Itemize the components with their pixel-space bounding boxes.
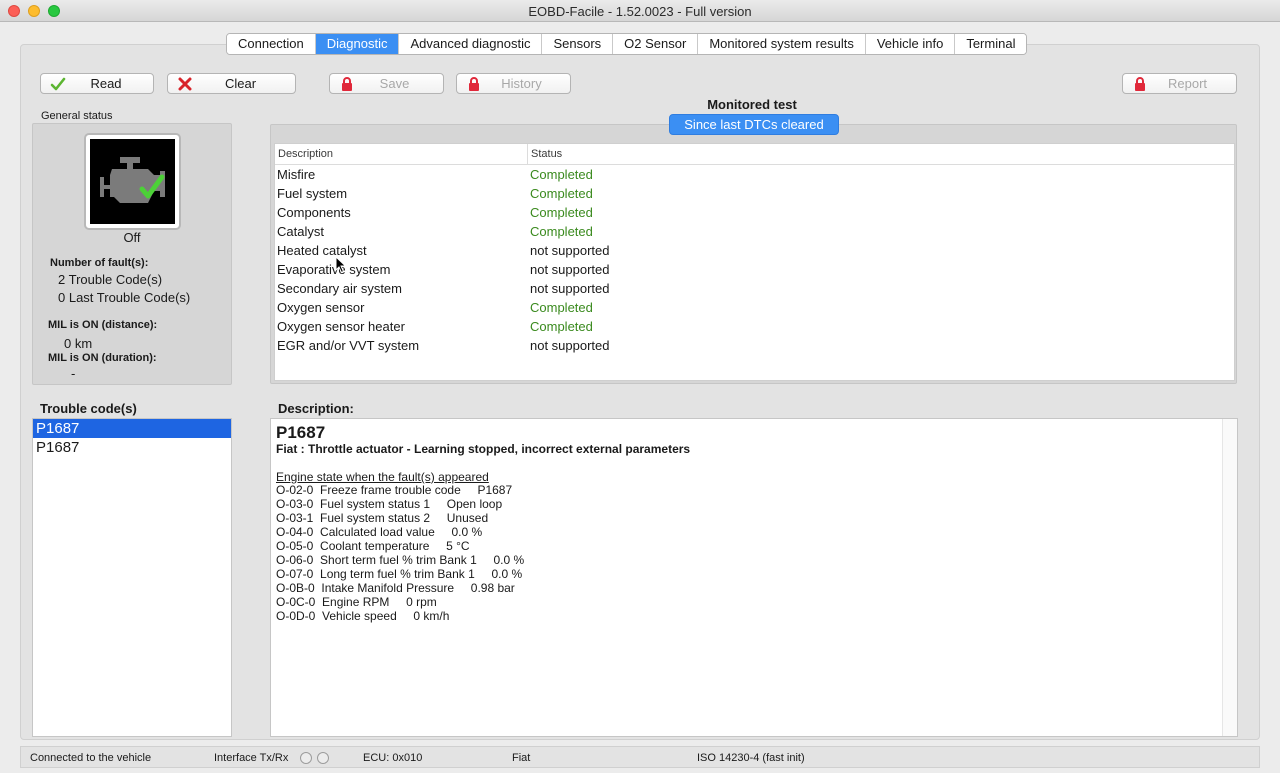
tab-o2-sensor[interactable]: O2 Sensor (613, 34, 699, 54)
lock-icon (1135, 77, 1145, 91)
since-last-dtcs-cleared-toggle[interactable]: Since last DTCs cleared (669, 114, 839, 135)
column-header-description[interactable]: Description (278, 148, 333, 160)
mil-state: Off (123, 230, 141, 245)
engine-check-icon (100, 157, 165, 203)
tab-connection[interactable]: Connection (227, 34, 316, 54)
mil-distance-label: MIL is ON (distance): (48, 319, 158, 331)
engine-state-heading: Engine state when the fault(s) appeared (276, 470, 489, 484)
lock-icon (342, 77, 352, 91)
monitored-test-table: Description Status Misfire Completed Fuel… (274, 143, 1235, 381)
connection-status: Connected to the vehicle (30, 752, 152, 764)
column-header-status[interactable]: Status (531, 148, 562, 160)
trouble-code-count: 2 Trouble Code(s) (58, 272, 163, 287)
general-status-label: General status (41, 110, 113, 122)
title-bar: EOBD-Facile - 1.52.0023 - Full version (0, 0, 1280, 22)
table-row[interactable]: Evaporative system not supported (275, 260, 1234, 279)
list-item[interactable]: P1687 (33, 438, 231, 457)
freeze-frame-row: O-07-0 Long term fuel % trim Bank 1 0.0 … (276, 567, 523, 581)
red-x-icon (178, 77, 192, 91)
mil-indicator (84, 133, 181, 230)
table-row[interactable]: EGR and/or VVT system not supported (275, 336, 1234, 355)
mouse-cursor-icon (335, 256, 347, 274)
description-code: P1687 (276, 423, 326, 442)
table-row[interactable]: Catalyst Completed (275, 222, 1234, 241)
lock-icon (469, 77, 479, 91)
tab-diagnostic[interactable]: Diagnostic (315, 34, 400, 54)
freeze-frame-row: O-02-0 Freeze frame trouble code P1687 (276, 483, 513, 497)
description-label: Description: (278, 401, 354, 416)
checkmark-icon (50, 77, 66, 91)
read-button[interactable]: Read (40, 73, 154, 94)
table-header: Description Status (275, 144, 1234, 165)
mil-duration-value: - (71, 366, 76, 381)
trouble-code-list: P1687 P1687 (32, 418, 232, 737)
tab-terminal[interactable]: Terminal (955, 34, 1027, 54)
ecu-address: ECU: 0x010 (363, 752, 423, 764)
last-trouble-code-count: 0 Last Trouble Code(s) (58, 290, 191, 305)
freeze-frame-row: O-04-0 Calculated load value 0.0 % (276, 525, 483, 539)
tab-monitored-system-results[interactable]: Monitored system results (698, 34, 866, 54)
description-subtitle: Fiat : Throttle actuator - Learning stop… (276, 442, 691, 456)
status-bar: Connected to the vehicle Interface Tx/Rx… (20, 746, 1260, 768)
faults-label: Number of fault(s): (50, 257, 149, 269)
report-button[interactable]: Report (1122, 73, 1237, 94)
window-title: EOBD-Facile - 1.52.0023 - Full version (528, 4, 752, 19)
freeze-frame-row: O-05-0 Coolant temperature 5 °C (276, 539, 470, 553)
description-panel: P1687 Fiat : Throttle actuator - Learnin… (270, 418, 1238, 737)
history-button[interactable]: History (456, 73, 571, 94)
freeze-frame-row: O-0C-0 Engine RPM 0 rpm (276, 595, 437, 609)
general-status-panel: Off Number of fault(s): 2 Trouble Code(s… (32, 123, 232, 385)
freeze-frame-row: O-06-0 Short term fuel % trim Bank 1 0.0… (276, 553, 525, 567)
freeze-frame-row: O-03-1 Fuel system status 2 Unused (276, 511, 489, 525)
rx-led-icon (317, 752, 329, 764)
tx-led-icon (300, 752, 312, 764)
table-row[interactable]: Fuel system Completed (275, 184, 1234, 203)
table-row[interactable]: Oxygen sensor heater Completed (275, 317, 1234, 336)
monitored-test-title: Monitored test (707, 97, 797, 112)
freeze-frame-row: O-0B-0 Intake Manifold Pressure 0.98 bar (276, 581, 515, 595)
table-row[interactable]: Oxygen sensor Completed (275, 298, 1234, 317)
list-item[interactable]: P1687 (33, 419, 231, 438)
tab-vehicle-info[interactable]: Vehicle info (865, 34, 956, 54)
table-row[interactable]: Components Completed (275, 203, 1234, 222)
freeze-frame-row: O-03-0 Fuel system status 1 Open loop (276, 497, 503, 511)
mil-distance-value: 0 km (64, 336, 93, 351)
table-row[interactable]: Misfire Completed (275, 165, 1234, 184)
clear-button[interactable]: Clear (167, 73, 296, 94)
trouble-codes-label: Trouble code(s) (40, 401, 137, 416)
table-row[interactable]: Heated catalyst not supported (275, 241, 1234, 260)
protocol: ISO 14230-4 (fast init) (697, 752, 805, 764)
mil-duration-label: MIL is ON (duration): (48, 352, 157, 364)
freeze-frame-row: O-0D-0 Vehicle speed 0 km/h (276, 609, 450, 623)
table-row[interactable]: Secondary air system not supported (275, 279, 1234, 298)
tab-bar: Connection Diagnostic Advanced diagnosti… (226, 33, 1028, 55)
save-button[interactable]: Save (329, 73, 444, 94)
interface-label: Interface Tx/Rx (214, 752, 289, 764)
tab-advanced-diagnostic[interactable]: Advanced diagnostic (399, 34, 543, 54)
description-scrollbar[interactable] (1222, 419, 1237, 736)
vehicle-make: Fiat (512, 752, 531, 764)
tab-sensors[interactable]: Sensors (542, 34, 614, 54)
